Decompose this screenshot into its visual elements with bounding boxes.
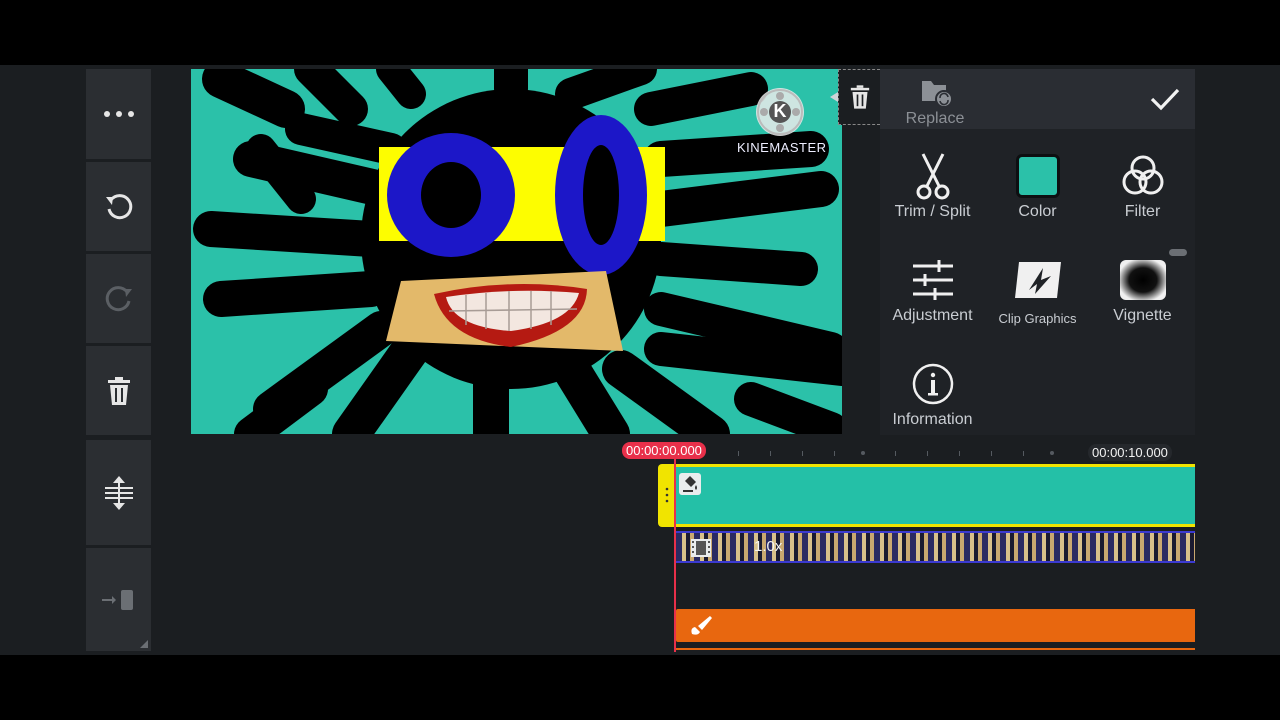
clip-graphics-icon: [1014, 262, 1061, 298]
trash-icon: [850, 85, 869, 109]
time-ruler: [738, 451, 1054, 456]
undo-button[interactable]: [86, 162, 151, 251]
color-clip-track[interactable]: [674, 464, 1195, 527]
video-speed-label: 1.0x: [754, 538, 783, 555]
watermark-text: KINEMASTER: [737, 140, 827, 155]
paint-bucket-icon: [679, 473, 701, 495]
redo-button[interactable]: [86, 254, 151, 343]
more-options-button[interactable]: [86, 69, 151, 159]
vignette-button[interactable]: Vignette: [1090, 241, 1195, 345]
kinemaster-watermark: K KINEMASTER: [737, 88, 827, 155]
filter-icon: [1122, 155, 1163, 195]
snap-to-start-button[interactable]: [86, 548, 151, 651]
delete-button[interactable]: [86, 346, 151, 435]
corner-indicator-icon: [140, 640, 148, 648]
replace-folder-icon: [922, 81, 953, 108]
replace-label: Replace: [905, 110, 965, 127]
delete-layer-button[interactable]: [838, 69, 880, 125]
film-icon: [691, 539, 711, 557]
trim-split-label: Trim / Split: [894, 203, 971, 220]
trim-split-button[interactable]: Trim / Split: [880, 137, 985, 241]
clip-options-panel: Replace Trim / Split Color Filter Adjust…: [880, 69, 1195, 435]
color-button[interactable]: Color: [985, 137, 1090, 241]
video-layer-track[interactable]: 1.0x: [676, 531, 1195, 563]
clip-graphics-button[interactable]: Clip Graphics: [985, 241, 1090, 345]
kinemaster-logo-icon: K: [756, 88, 804, 136]
information-button[interactable]: Information: [880, 345, 985, 449]
undo-icon: [105, 193, 132, 219]
panel-header: Replace: [880, 69, 1195, 129]
adjustment-button[interactable]: Adjustment: [880, 241, 985, 345]
trash-icon: [107, 376, 130, 405]
filter-button[interactable]: Filter: [1090, 137, 1195, 241]
expand-vertical-icon: [104, 475, 133, 510]
watermark-letter: K: [773, 101, 787, 121]
confirm-button[interactable]: [1145, 79, 1185, 119]
adjustment-label: Adjustment: [892, 307, 973, 324]
grip-dots-icon: [665, 487, 669, 503]
redo-icon: [105, 285, 132, 311]
info-icon: [912, 363, 953, 405]
ellipsis-icon: [103, 111, 134, 117]
playhead-time-badge: 00:00:00.000: [622, 442, 706, 459]
sliders-icon: [912, 260, 953, 300]
jump-to-start-icon: [101, 589, 133, 610]
information-label: Information: [892, 411, 973, 428]
collapse-arrow-icon: [830, 92, 838, 102]
vignette-label: Vignette: [1113, 307, 1172, 324]
checkmark-icon: [1150, 88, 1180, 111]
trim-handle-left[interactable]: [658, 464, 674, 527]
track-bottom-line: [676, 648, 1195, 650]
filter-label: Filter: [1124, 203, 1161, 220]
replace-button[interactable]: Replace: [895, 77, 975, 127]
color-label: Color: [1018, 203, 1057, 220]
brush-icon: [691, 616, 712, 635]
color-swatch-icon: [1015, 154, 1060, 198]
vignette-icon: [1119, 260, 1166, 300]
clip-graphics-label: Clip Graphics: [998, 311, 1077, 326]
handwriting-layer-track[interactable]: [676, 609, 1195, 642]
end-time-badge: 00:00:10.000: [1088, 444, 1172, 461]
playhead-line[interactable]: [674, 459, 676, 652]
scissors-icon: [916, 153, 949, 200]
